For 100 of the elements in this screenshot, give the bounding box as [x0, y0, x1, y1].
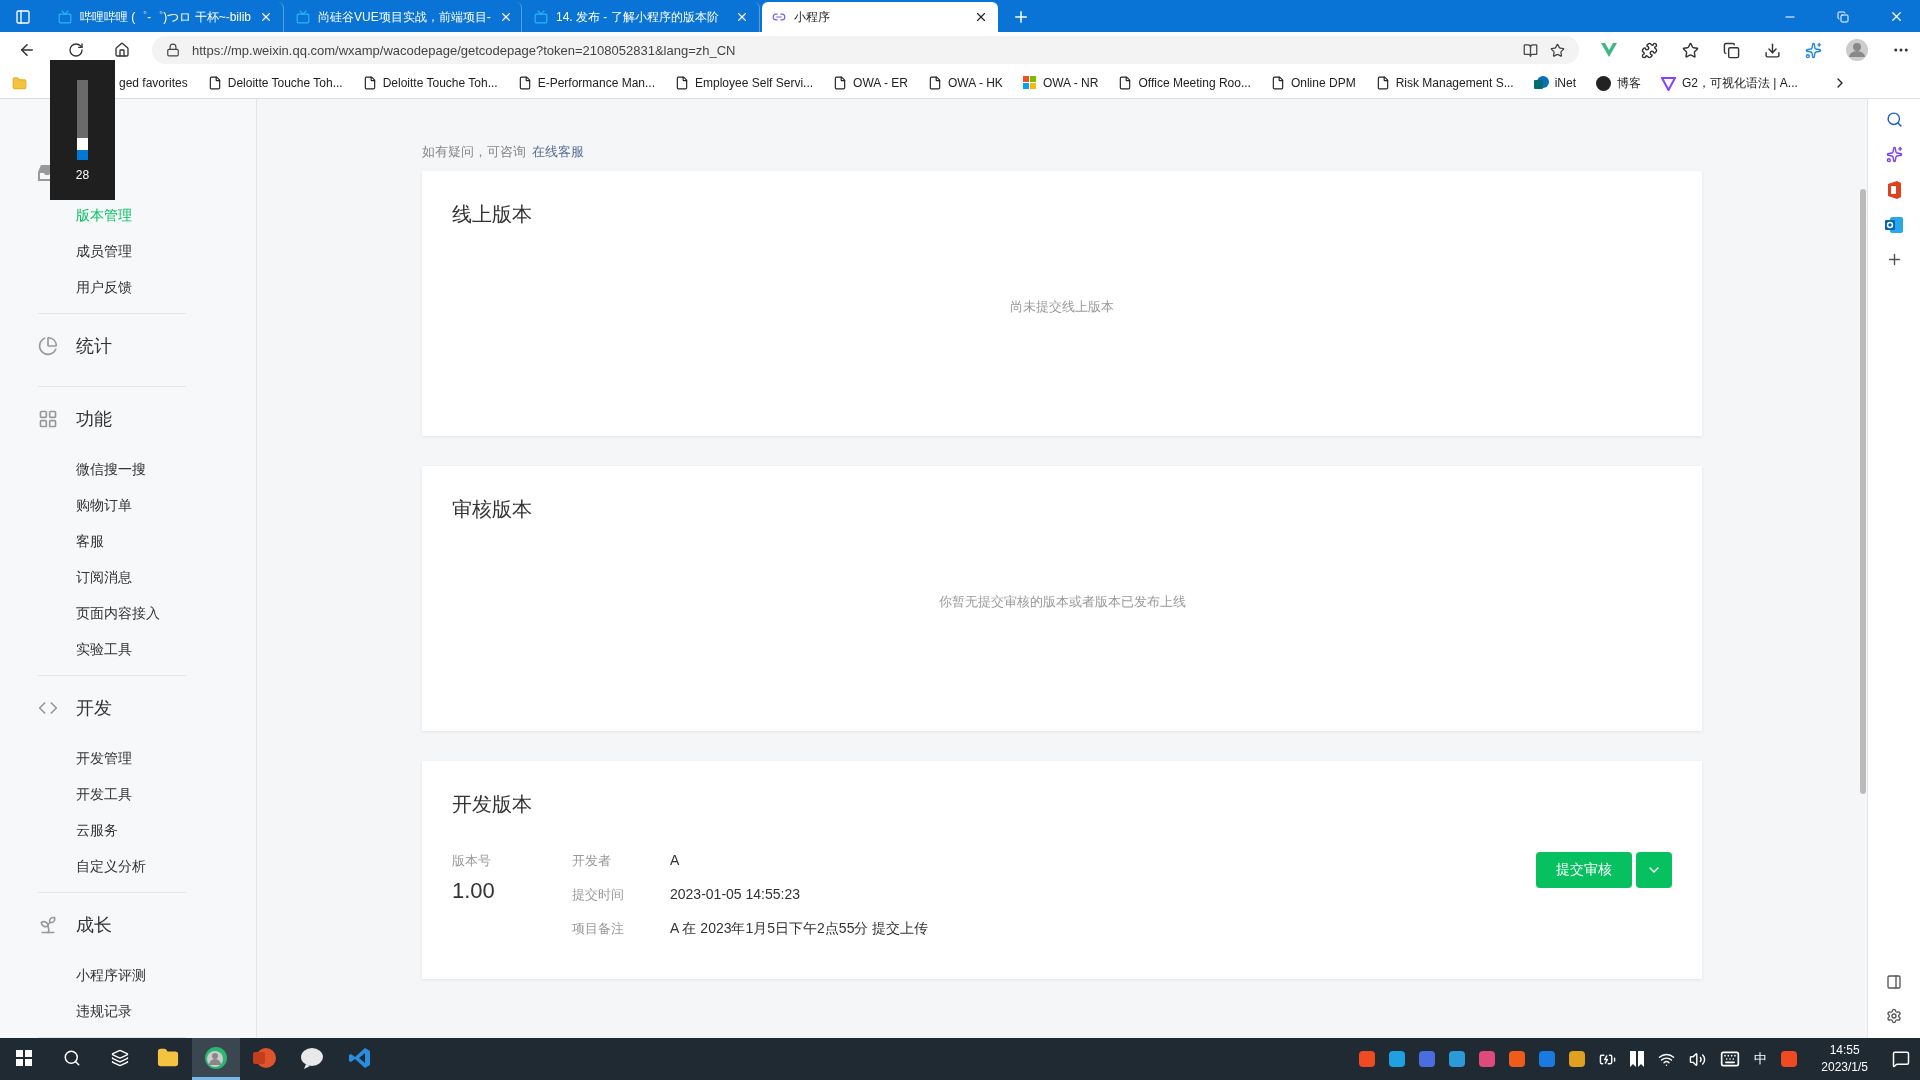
clock[interactable]: 14:55 2023/1/5 [1821, 1042, 1868, 1076]
address-bar[interactable]: https://mp.weixin.qq.com/wxamp/wacodepage/getcodepage?token=2108052831&lang=zh_CN [152, 36, 1579, 64]
keyboard-icon[interactable] [1720, 1049, 1741, 1069]
bookmark-link[interactable]: OWA - ER [833, 76, 908, 90]
profile-browser-icon[interactable] [204, 1045, 228, 1070]
url-text: https://mp.weixin.qq.com/wxamp/wacodepage/getcodepage?token=2108052831&lang=zh_CN [192, 42, 737, 58]
circle-logo-icon [1596, 75, 1612, 91]
notification-icon[interactable] [1892, 1050, 1910, 1068]
page-icon [207, 76, 222, 90]
sidebar-item[interactable]: 小程序评测 [76, 957, 186, 993]
task-view-icon[interactable] [111, 1048, 129, 1067]
read-aloud-icon[interactable] [1523, 42, 1538, 58]
sidebar-item[interactable]: 订阅消息 [76, 559, 186, 595]
search-icon[interactable] [63, 1048, 81, 1067]
browser-tab[interactable]: 小程序 [762, 2, 998, 32]
bookmark-link[interactable]: Risk Management S... [1375, 76, 1514, 90]
version-number: 1.00 [452, 878, 496, 904]
field-label: 项目备注 [572, 920, 625, 938]
avatar-icon[interactable] [1846, 39, 1868, 61]
sidebar-item[interactable]: 客服 [76, 523, 186, 559]
tray-app-icon[interactable] [1539, 1051, 1556, 1067]
bookmark-link[interactable]: OWA - NR [1022, 76, 1099, 90]
code-editor-icon[interactable] [349, 1046, 371, 1069]
tab-title: 哔哩哔哩 (゜-゜)つロ 干杯~-bilib [80, 8, 251, 26]
bookmark-link[interactable]: Deloitte Touche Toh... [207, 76, 343, 90]
sidebar-item[interactable]: 违规记录 [76, 993, 186, 1029]
field-label: 版本号 [452, 852, 492, 870]
bookmark-link[interactable]: 博客 [1596, 74, 1642, 92]
tray-app-icon[interactable] [1509, 1051, 1526, 1067]
bookmark-link[interactable]: iNet [1533, 75, 1577, 91]
sidebar-item[interactable]: 页面内容接入 [76, 595, 186, 631]
bookmark-link[interactable]: Office Meeting Roo... [1118, 76, 1251, 90]
bookmark-link[interactable]: OWA - HK [928, 76, 1003, 90]
back-icon[interactable] [18, 41, 36, 59]
page-icon [928, 76, 942, 90]
sidebar-group-title[interactable]: 成长 [76, 913, 112, 937]
office-icon[interactable] [1886, 181, 1902, 199]
tray-app-icon[interactable] [1781, 1051, 1798, 1067]
tab-title: 14. 发布 - 了解小程序的版本阶 [556, 8, 720, 26]
puzzle-icon[interactable] [1641, 41, 1658, 59]
page-icon [362, 76, 377, 90]
bookmark-link[interactable]: ged favorites [12, 75, 188, 91]
settings-icon[interactable] [1886, 1008, 1902, 1024]
bookmark-link[interactable]: Employee Self Servi... [675, 76, 814, 90]
bookmark-link[interactable]: Online DPM [1270, 76, 1356, 90]
field-label: 开发者 [572, 852, 612, 870]
page-icon [675, 76, 690, 90]
sidebar-item[interactable]: 用户反馈 [76, 269, 186, 305]
sidebar-item[interactable]: 开发管理 [76, 740, 186, 776]
sidebar-item[interactable]: 成员管理 [76, 233, 186, 269]
tray-app-icon[interactable] [1359, 1051, 1376, 1067]
reload-icon[interactable] [68, 42, 84, 58]
support-link[interactable]: 在线客服 [532, 144, 584, 159]
windows-icon [1022, 76, 1037, 90]
volume-slider[interactable] [77, 80, 88, 160]
tray-app-icon[interactable] [1389, 1051, 1406, 1067]
sidebar-item[interactable]: 实验工具 [76, 631, 186, 667]
chat-bubble-icon[interactable] [300, 1046, 324, 1069]
folder-icon [12, 75, 27, 91]
browser-logo-icon[interactable] [1805, 41, 1822, 59]
lock-icon[interactable] [166, 43, 180, 57]
presentation-app-icon[interactable] [252, 1045, 276, 1070]
tray-app-icon[interactable] [1479, 1051, 1496, 1067]
sparkle-icon[interactable] [1885, 146, 1903, 163]
new-tab-icon[interactable] [1012, 8, 1030, 26]
sidebar-toggle-icon[interactable] [1886, 974, 1902, 990]
sidebar-item[interactable]: 微信搜一搜 [76, 451, 186, 487]
notice-text: 如有疑问，可咨询 在线客服 [422, 143, 585, 161]
star-icon[interactable] [1550, 42, 1565, 58]
home-icon[interactable] [114, 42, 130, 58]
sidebar-group-title[interactable]: 开发 [76, 696, 112, 720]
tray-app-icon[interactable] [1569, 1051, 1586, 1067]
close-icon[interactable] [974, 10, 988, 24]
tab-title: 尚硅谷VUE项目实战，前端项目- [318, 8, 491, 26]
bookmark-link[interactable]: E-Performance Man... [517, 76, 656, 90]
sharepoint-icon [1533, 75, 1549, 91]
bookmark-link[interactable]: G2，可视化语法 | A... [1661, 74, 1798, 92]
tray-app-icon[interactable] [1419, 1051, 1436, 1067]
volume-value: 28 [75, 168, 90, 182]
download-icon[interactable] [1764, 41, 1781, 59]
bookmark-link[interactable]: Deloitte Touche Toh... [362, 76, 498, 90]
windows-start-icon[interactable] [16, 1049, 32, 1066]
sidebar-item[interactable]: 自定义分析 [76, 848, 186, 884]
pie-chart-icon [38, 336, 58, 356]
sidebar-item[interactable]: 购物订单 [76, 487, 186, 523]
input-method-indicator[interactable]: 中 [1754, 1050, 1768, 1068]
sidebar-item[interactable]: 开发工具 [76, 776, 186, 812]
volume-icon[interactable] [1689, 1050, 1707, 1068]
collections-icon[interactable] [1723, 41, 1740, 59]
empty-message: 尚未提交线上版本 [1010, 298, 1114, 316]
sidebar-item[interactable]: 云服务 [76, 812, 186, 848]
sidebar-group-title[interactable]: 统计 [76, 334, 112, 358]
star-icon[interactable] [1682, 41, 1699, 59]
taskbar-app[interactable] [192, 1038, 240, 1080]
mail-icon[interactable] [1885, 217, 1903, 233]
tray-app-icon[interactable] [1449, 1051, 1466, 1067]
folder-icon[interactable] [157, 1046, 179, 1069]
sprout-icon [38, 915, 58, 935]
sidebar-group-title[interactable]: 功能 [76, 407, 112, 431]
restore-icon[interactable] [1837, 9, 1849, 24]
